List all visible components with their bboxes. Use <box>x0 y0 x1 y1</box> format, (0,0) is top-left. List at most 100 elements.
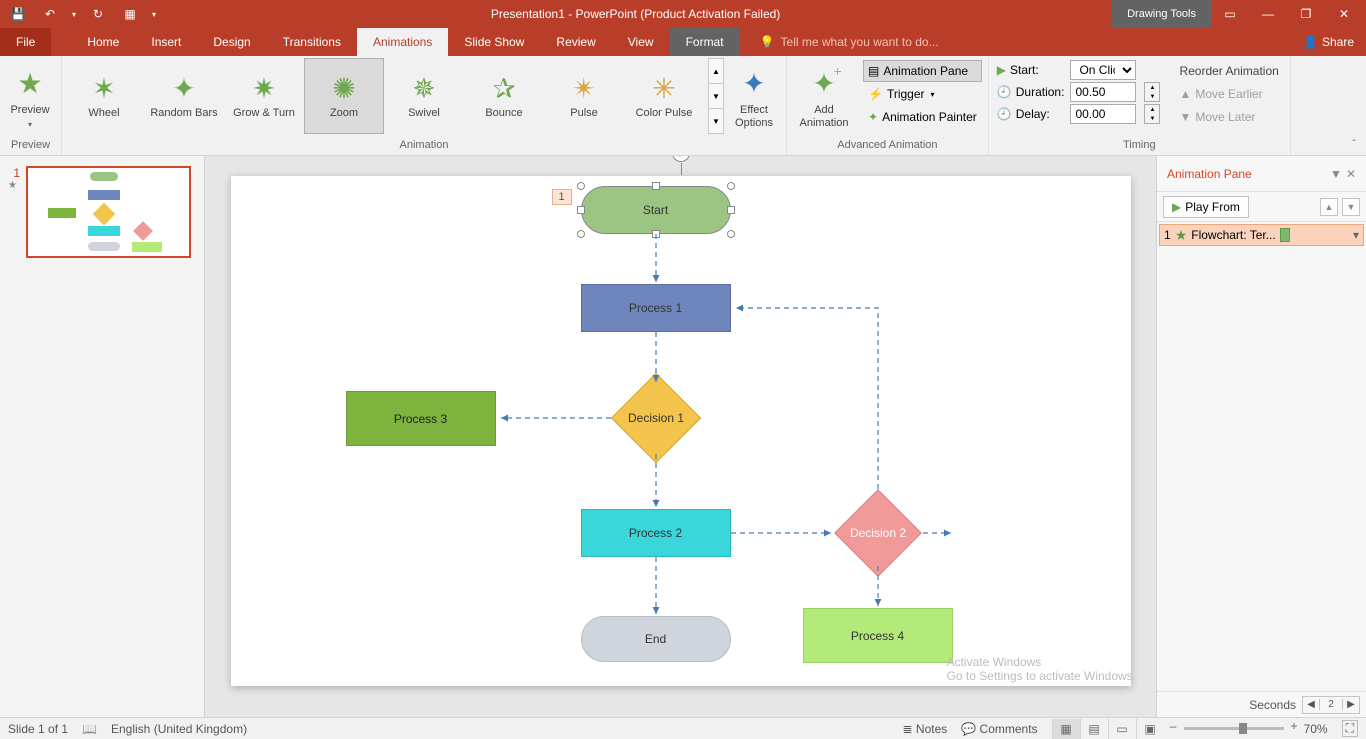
start-from-beginning-button[interactable]: ▦ <box>116 2 144 26</box>
normal-view-button[interactable]: ▦ <box>1052 719 1080 739</box>
anim-randombars[interactable]: ✦Random Bars <box>144 58 224 134</box>
star-icon: ✰ <box>492 72 515 105</box>
anim-move-up[interactable]: ▲ <box>1320 198 1338 216</box>
zoom-slider[interactable] <box>1184 727 1284 730</box>
reading-view-button[interactable]: ▭ <box>1108 719 1136 739</box>
seconds-label: Seconds <box>1249 698 1296 712</box>
tab-format[interactable]: Format <box>670 28 740 56</box>
tab-home[interactable]: Home <box>71 28 135 56</box>
delay-spinner[interactable]: ▲▼ <box>1144 104 1160 124</box>
slideshow-view-button[interactable]: ▣ <box>1136 719 1164 739</box>
tab-design[interactable]: Design <box>197 28 266 56</box>
restore-button[interactable]: ❐ <box>1288 2 1324 26</box>
collapse-ribbon-button[interactable]: ˆ <box>1346 139 1362 153</box>
gallery-down[interactable]: ▼ <box>709 84 723 109</box>
undo-dropdown[interactable]: ▾ <box>68 2 80 26</box>
slide-thumbnail-1[interactable] <box>26 166 191 258</box>
undo-button[interactable]: ↶ <box>36 2 64 26</box>
move-earlier-button: ▲Move Earlier <box>1174 83 1283 105</box>
anim-wheel[interactable]: ✶Wheel <box>64 58 144 134</box>
seconds-control[interactable]: ◀2▶ <box>1302 696 1360 714</box>
pane-options[interactable]: ▼ <box>1330 167 1342 181</box>
share-button[interactable]: 👤 Share <box>1291 28 1366 56</box>
pane-icon: ▤ <box>868 64 879 78</box>
animation-pane: Animation Pane ▼ ✕ ▶Play From ▲ ▼ 1 ★ Fl… <box>1156 156 1366 717</box>
delay-input[interactable] <box>1070 104 1136 124</box>
pane-close[interactable]: ✕ <box>1346 167 1356 181</box>
save-button[interactable]: 💾 <box>4 2 32 26</box>
spellcheck-icon[interactable]: 📖 <box>82 722 97 736</box>
anim-pulse[interactable]: ✴Pulse <box>544 58 624 134</box>
status-language[interactable]: English (United Kingdom) <box>111 722 247 736</box>
ribbon-display-options[interactable]: ▭ <box>1212 2 1248 26</box>
up-arrow-icon: ▲ <box>1179 87 1191 101</box>
star-icon: ✴ <box>572 72 595 105</box>
duration-input[interactable] <box>1070 82 1136 102</box>
redo-button[interactable]: ↻ <box>84 2 112 26</box>
star-icon: ✶ <box>92 72 115 105</box>
close-button[interactable]: ✕ <box>1326 2 1362 26</box>
star-icon: ★ <box>1175 227 1188 244</box>
delay-label: 🕘Delay: <box>995 107 1067 121</box>
effect-options-icon: ✦ <box>742 67 765 100</box>
tab-slideshow[interactable]: Slide Show <box>448 28 540 56</box>
star-icon: ✷ <box>252 72 275 105</box>
zoom-level[interactable]: 70% <box>1304 722 1328 736</box>
star-icon: ✦ <box>172 72 195 105</box>
animation-painter-button[interactable]: ✦Animation Painter <box>863 106 982 128</box>
tab-animations[interactable]: Animations <box>357 28 448 56</box>
fit-to-window-button[interactable]: ⛶ <box>1342 720 1358 737</box>
notes-button[interactable]: ≣ Notes <box>903 722 948 736</box>
shape-decision1[interactable]: Decision 1 <box>610 373 701 464</box>
shape-decision2[interactable]: Decision 2 <box>834 489 922 577</box>
status-slide[interactable]: Slide 1 of 1 <box>8 722 68 736</box>
qat-customize[interactable]: ▾ <box>148 2 160 26</box>
star-icon: ✵ <box>412 72 435 105</box>
gallery-up[interactable]: ▲ <box>709 59 723 84</box>
shape-start[interactable]: Start 1 <box>581 186 731 234</box>
effect-options-button[interactable]: ✦ Effect Options <box>724 58 784 138</box>
anim-colorpulse[interactable]: ✳Color Pulse <box>624 58 704 134</box>
animation-list-item[interactable]: 1 ★ Flowchart: Ter... ▾ <box>1159 224 1364 246</box>
anim-growturn[interactable]: ✷Grow & Turn <box>224 58 304 134</box>
sorter-view-button[interactable]: ▤ <box>1080 719 1108 739</box>
animation-gallery: ✶Wheel ✦Random Bars ✷Grow & Turn ✺Zoom ✵… <box>64 58 724 138</box>
minimize-button[interactable]: — <box>1250 2 1286 26</box>
context-tools-header: Drawing Tools <box>1111 0 1212 28</box>
timing-bar <box>1280 228 1290 242</box>
tell-me-search[interactable]: 💡Tell me what you want to do... <box>740 28 1291 56</box>
anim-bounce[interactable]: ✰Bounce <box>464 58 544 134</box>
trigger-button[interactable]: ⚡Trigger▾ <box>863 83 982 105</box>
add-animation-icon: ✦+ <box>812 67 835 100</box>
shape-process1[interactable]: Process 1 <box>581 284 731 332</box>
thumb-animation-indicator[interactable]: ★ <box>8 180 20 191</box>
shape-process3[interactable]: Process 3 <box>346 391 496 446</box>
gallery-more[interactable]: ▼ <box>709 109 723 133</box>
shape-process2[interactable]: Process 2 <box>581 509 731 557</box>
play-from-button[interactable]: ▶Play From <box>1163 196 1249 218</box>
rotate-handle[interactable]: ⟳ <box>672 156 690 162</box>
preview-button[interactable]: ★ Preview ▾ <box>2 58 58 138</box>
anim-zoom[interactable]: ✺Zoom <box>304 58 384 134</box>
animation-pane-toggle[interactable]: ▤Animation Pane <box>863 60 982 82</box>
slide-canvas-area[interactable]: ⟳ Start 1 Process 1 Decision 1 Process 3… <box>205 156 1156 717</box>
tab-review[interactable]: Review <box>540 28 611 56</box>
slide-canvas[interactable]: ⟳ Start 1 Process 1 Decision 1 Process 3… <box>231 176 1131 686</box>
animation-tag[interactable]: 1 <box>552 189 572 205</box>
tab-transitions[interactable]: Transitions <box>267 28 357 56</box>
anim-swivel[interactable]: ✵Swivel <box>384 58 464 134</box>
comments-button[interactable]: 💬 Comments <box>961 722 1037 736</box>
shape-end[interactable]: End <box>581 616 731 662</box>
start-label: ▶Start: <box>995 63 1067 77</box>
tab-insert[interactable]: Insert <box>135 28 197 56</box>
tab-file[interactable]: File <box>0 28 51 56</box>
add-animation-button[interactable]: ✦+ Add Animation <box>789 58 859 138</box>
shape-process4[interactable]: Process 4 <box>803 608 953 663</box>
move-later-button: ▼Move Later <box>1174 106 1283 128</box>
duration-label: 🕘Duration: <box>995 85 1067 99</box>
anim-move-down[interactable]: ▼ <box>1342 198 1360 216</box>
start-select[interactable]: On Click <box>1070 60 1136 80</box>
duration-spinner[interactable]: ▲▼ <box>1144 82 1160 102</box>
item-dropdown[interactable]: ▾ <box>1353 228 1359 242</box>
tab-view[interactable]: View <box>612 28 670 56</box>
